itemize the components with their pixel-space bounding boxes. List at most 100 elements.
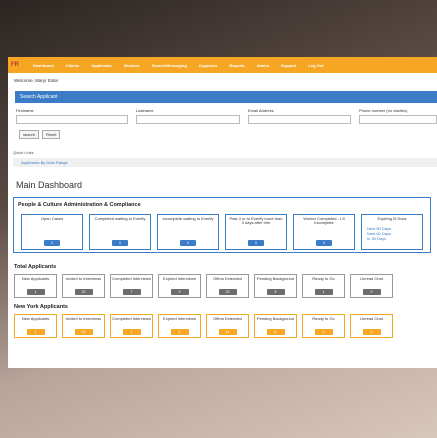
tile-invited-to-interviews[interactable]: Invited to Interviews 33 xyxy=(62,274,105,298)
tile-label: Completed Interviews xyxy=(112,316,151,321)
app-screen: FR Dashboard Clients Applicants Workers … xyxy=(8,57,437,368)
tile-label: New Applicants xyxy=(21,316,50,321)
pca-cards: Open Cases 2 Completed waiting to Everif… xyxy=(18,214,426,250)
count-badge[interactable]: 2 xyxy=(44,240,60,246)
applicants-by-date-range-link[interactable]: Applicants By Date Range xyxy=(21,160,68,165)
tile-offers-extended[interactable]: Offers Extended 23 xyxy=(206,274,249,298)
reset-button[interactable]: Reset xyxy=(42,130,61,139)
tile-ready-to-go[interactable]: Ready to Go 1 xyxy=(302,274,345,298)
card-label: Incomplete waiting to Everify xyxy=(162,216,214,221)
tile-new-applicants[interactable]: New Applicants 1 xyxy=(14,274,57,298)
count-badge[interactable]: 1 xyxy=(26,329,45,335)
tile-label: New Applicants xyxy=(21,276,50,281)
count-badge[interactable]: 5 xyxy=(266,329,285,335)
tile-label: Offers Extended xyxy=(213,276,242,281)
nav-applicants[interactable]: Applicants xyxy=(85,63,117,68)
card-completed-waiting-everify[interactable]: Completed waiting to Everify 0 xyxy=(89,214,151,250)
tile-ny-ready-to-go[interactable]: Ready to Go 0 xyxy=(302,314,345,338)
email-input[interactable] xyxy=(248,115,351,124)
total-applicants-tiles: New Applicants 1 Invited to Interviews 33 … xyxy=(14,274,437,298)
tile-label: Unread Chat xyxy=(360,316,383,321)
welcome-text: Welcome, Maryr Ester xyxy=(14,78,59,83)
nav-reports[interactable]: Reports xyxy=(223,63,250,68)
tile-completed-interviews[interactable]: Completed Interviews 7 xyxy=(110,274,153,298)
count-badge[interactable]: 1 xyxy=(314,289,333,295)
tile-label: Invited to Interviews xyxy=(65,316,102,321)
phone-input[interactable] xyxy=(359,115,437,124)
count-badge[interactable]: 15 xyxy=(74,329,93,335)
count-badge[interactable]: 23 xyxy=(218,289,237,295)
count-badge[interactable]: 0 xyxy=(362,289,381,295)
nav-logout[interactable]: Log Out xyxy=(302,63,329,68)
search-applicant-header: Search Applicant xyxy=(15,91,437,103)
tile-ny-invited-to-interviews[interactable]: Invited to Interviews 15 xyxy=(62,314,105,338)
nav-dashboard[interactable]: Dashboard xyxy=(27,63,60,68)
count-badge[interactable]: 33 xyxy=(74,289,93,295)
count-badge[interactable]: 14 xyxy=(218,329,237,335)
card-incomplete-waiting-everify[interactable]: Incomplete waiting to Everify 0 xyxy=(157,214,219,250)
search-buttons: search Reset xyxy=(19,130,437,139)
search-button[interactable]: search xyxy=(19,130,40,139)
tile-label: Invited to Interviews xyxy=(65,276,102,281)
tile-label: Expired Interviews xyxy=(163,316,196,321)
count-badge[interactable]: 0 xyxy=(362,329,381,335)
tile-label: Pending Background xyxy=(256,316,295,321)
count-badge[interactable]: 0 xyxy=(248,240,264,246)
card-label: Expiring I9 Docs xyxy=(377,216,407,221)
nav-organizer[interactable]: Organizer xyxy=(193,63,224,68)
nav-admin[interactable]: Admin xyxy=(251,63,275,68)
count-badge[interactable]: 5 xyxy=(266,289,285,295)
tile-pending-background[interactable]: Pending Background 5 xyxy=(254,274,297,298)
phone-label: Phone number (no dashes) xyxy=(359,108,408,113)
tile-label: Offers Extended xyxy=(213,316,242,321)
page-title: Main Dashboard xyxy=(16,180,83,190)
card-label: Completed waiting to Everify xyxy=(94,216,146,221)
nav-support[interactable]: Support xyxy=(275,63,302,68)
tile-label: Ready to Go xyxy=(312,276,335,281)
card-past-due-everify[interactable]: Past 3 or to Everify more than 3 days af… xyxy=(225,214,287,250)
pca-panel: People & Culture Administration & Compli… xyxy=(13,197,431,253)
count-badge[interactable]: 0 xyxy=(180,240,196,246)
app-logo[interactable]: FR xyxy=(11,62,27,68)
total-applicants-title: Total Applicants xyxy=(14,264,57,270)
in-30-days-link[interactable]: In 30 Days xyxy=(367,236,391,241)
count-badge[interactable]: 0 xyxy=(316,240,332,246)
lastname-field-group: Lastname xyxy=(136,108,248,124)
tile-ny-offers-extended[interactable]: Offers Extended 14 xyxy=(206,314,249,338)
count-badge[interactable]: 1 xyxy=(122,329,141,335)
nav-search-messaging[interactable]: Search/Messaging xyxy=(146,63,193,68)
card-label: Worker Completed - I-9 Incomplete xyxy=(303,216,345,226)
tile-label: Ready to Go xyxy=(312,316,335,321)
tile-ny-completed-interviews[interactable]: Completed Interviews 1 xyxy=(110,314,153,338)
tile-label: Unread Chat xyxy=(360,276,383,281)
email-label: Email Address xyxy=(248,108,274,113)
count-badge[interactable]: 0 xyxy=(314,329,333,335)
count-badge[interactable]: 7 xyxy=(122,289,141,295)
count-badge[interactable]: 1 xyxy=(26,289,45,295)
card-worker-completed-i9-incomplete[interactable]: Worker Completed - I-9 Incomplete 0 xyxy=(293,214,355,250)
count-badge[interactable]: 0 xyxy=(112,240,128,246)
card-open-cases[interactable]: Open Cases 2 xyxy=(21,214,83,250)
tile-label: Expired Interviews xyxy=(163,276,196,281)
tile-ny-unread-chat[interactable]: Unread Chat 0 xyxy=(350,314,393,338)
tile-ny-new-applicants[interactable]: New Applicants 1 xyxy=(14,314,57,338)
top-navigation: FR Dashboard Clients Applicants Workers … xyxy=(8,57,437,73)
phone-field-group: Phone number (no dashes) xyxy=(359,108,437,124)
search-form: Firstname Lastname Email Address Phone n… xyxy=(16,108,437,124)
new-york-applicants-tiles: New Applicants 1 Invited to Interviews 15 … xyxy=(14,314,437,338)
firstname-input[interactable] xyxy=(16,115,128,124)
tile-ny-pending-background[interactable]: Pending Background 5 xyxy=(254,314,297,338)
tile-ny-expired-interviews[interactable]: Expired Interviews 2 xyxy=(158,314,201,338)
count-badge[interactable]: 2 xyxy=(170,329,189,335)
tile-label: Pending Background xyxy=(256,276,295,281)
tile-expired-interviews[interactable]: Expired Interviews 3 xyxy=(158,274,201,298)
nav-workers[interactable]: Workers xyxy=(118,63,146,68)
tile-label: Completed Interviews xyxy=(112,276,151,281)
lastname-input[interactable] xyxy=(136,115,240,124)
card-label: Past 3 or to Everify more than 3 days af… xyxy=(229,216,283,226)
firstname-field-group: Firstname xyxy=(16,108,136,124)
tile-unread-chat[interactable]: Unread Chat 0 xyxy=(350,274,393,298)
pca-panel-title: People & Culture Administration & Compli… xyxy=(18,202,141,208)
nav-clients[interactable]: Clients xyxy=(60,63,85,68)
count-badge[interactable]: 3 xyxy=(170,289,189,295)
